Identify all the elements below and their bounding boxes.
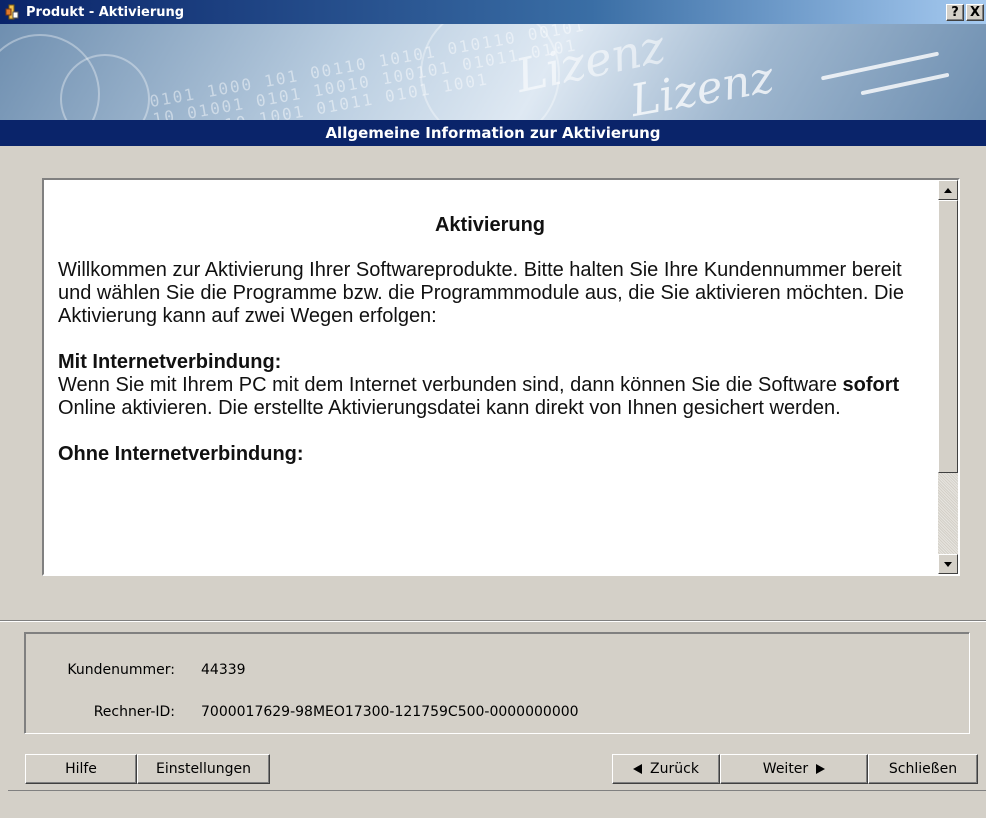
back-button-label: Zurück <box>650 761 699 777</box>
arrow-right-icon <box>816 764 826 774</box>
scroll-down-button[interactable] <box>938 554 958 574</box>
customer-info-group: Kundenummer: 44339 Rechner-ID: 700001762… <box>24 632 970 734</box>
customer-number-label: Kundenummer: <box>67 662 175 678</box>
online-section: Mit Internetverbindung: Wenn Sie mit Ihr… <box>58 351 922 420</box>
machine-id-label: Rechner-ID: <box>93 704 175 720</box>
content-heading: Aktivierung <box>434 214 546 236</box>
scroll-up-button[interactable] <box>938 180 958 200</box>
back-button[interactable]: Zurück <box>612 754 720 784</box>
next-button[interactable]: Weiter <box>720 754 868 784</box>
settings-button[interactable]: Einstellungen <box>137 754 270 784</box>
info-text-panel: Aktivierung Willkommen zur Aktivierung I… <box>42 178 960 576</box>
section-header: Allgemeine Information zur Aktivierung <box>0 120 986 146</box>
arrow-down-icon <box>944 561 952 567</box>
window-title: Produkt - Aktivierung <box>26 4 185 20</box>
arrow-up-icon <box>944 187 952 193</box>
scrollbar-thumb[interactable] <box>938 200 958 473</box>
window-help-button[interactable]: ? <box>946 3 964 21</box>
help-button[interactable]: Hilfe <box>25 754 137 784</box>
customer-number-value: 44339 <box>201 662 246 678</box>
offline-section: Ohne Internetverbindung: <box>58 443 922 466</box>
vertical-scrollbar[interactable] <box>938 180 958 574</box>
title-bar: Produkt - Aktivierung ? X <box>0 0 986 24</box>
info-text-content: Aktivierung Willkommen zur Aktivierung I… <box>44 180 938 574</box>
window-close-button[interactable]: X <box>966 3 984 21</box>
machine-id-value: 7000017629-98MEO17300-121759C500-0000000… <box>201 704 579 720</box>
status-bar <box>8 790 986 818</box>
online-text-after: Online aktivieren. Die erstellte Aktivie… <box>58 397 841 419</box>
online-text-bold: sofort <box>842 374 900 396</box>
offline-heading: Ohne Internetverbindung: <box>58 443 304 465</box>
app-icon <box>4 4 20 20</box>
next-button-label: Weiter <box>762 761 809 777</box>
online-heading: Mit Internetverbindung: <box>58 351 282 373</box>
close-button[interactable]: Schließen <box>868 754 978 784</box>
settings-button-label: Einstellungen <box>156 761 251 777</box>
close-button-label: Schließen <box>888 761 958 777</box>
online-text-before: Wenn Sie mit Ihrem PC mit dem Internet v… <box>58 374 843 396</box>
header-banner: 0101 1000 101 00110 10101 010110 00101 10… <box>0 24 986 120</box>
decorative-streak <box>820 51 940 81</box>
help-button-label: Hilfe <box>65 761 97 777</box>
intro-paragraph: Willkommen zur Aktivierung Ihrer Softwar… <box>58 259 904 327</box>
arrow-left-icon <box>633 764 643 774</box>
decorative-streak <box>860 72 950 96</box>
divider <box>0 620 986 622</box>
